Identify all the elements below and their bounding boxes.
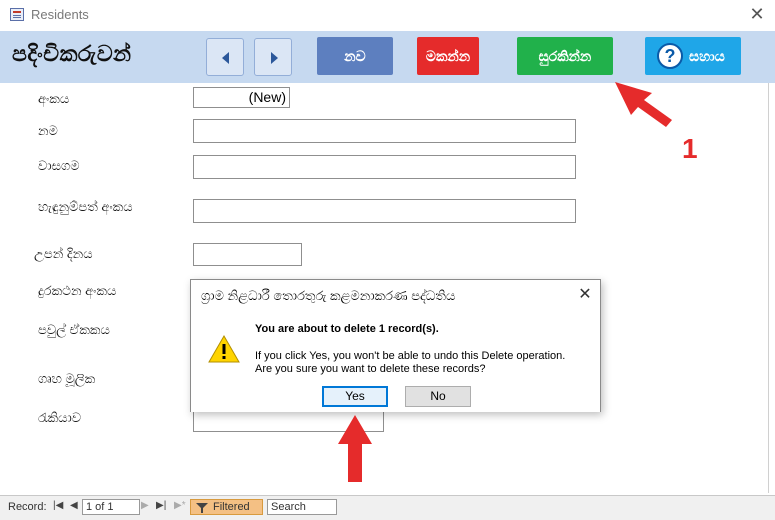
birth-date-field[interactable]: [193, 243, 302, 266]
label-family-unit: පවුල් ඒකකය: [38, 322, 110, 337]
help-button[interactable]: ? සහාය: [645, 37, 741, 75]
label-birth-date: උපන් දිනය: [34, 246, 93, 261]
dialog-message-line2: Are you sure you want to delete these re…: [255, 363, 486, 375]
next-record-icon[interactable]: ▶: [141, 500, 149, 511]
dialog-message-line1: If you click Yes, you won't be able to u…: [255, 350, 566, 362]
filter-toggle-button[interactable]: Filtered: [190, 499, 263, 515]
delete-confirm-dialog: ග්‍රාම නිළධාරී තොරතුරු කළමනාකරණ පද්ධතිය …: [190, 279, 601, 412]
yes-button[interactable]: Yes: [322, 386, 388, 407]
label-number: අංකය: [38, 91, 70, 106]
label-phone: දුරකථන අංකය: [38, 283, 117, 298]
search-input[interactable]: Search: [267, 499, 337, 515]
label-name: නම: [38, 123, 58, 138]
first-record-icon[interactable]: |◀: [53, 500, 63, 511]
residence-field[interactable]: [193, 155, 576, 179]
background-window-edge: [768, 83, 775, 493]
id-number-field[interactable]: [193, 199, 576, 223]
warning-icon: [208, 334, 240, 363]
help-button-label: සහාය: [689, 48, 725, 64]
prev-record-icon[interactable]: ◀: [70, 500, 78, 511]
record-position-field[interactable]: 1 of 1: [82, 499, 140, 515]
dialog-body: You are about to delete 1 record(s). If …: [191, 309, 600, 412]
filter-label: Filtered: [213, 501, 250, 513]
name-field[interactable]: [193, 119, 576, 143]
no-button[interactable]: No: [405, 386, 471, 407]
window-title: Residents: [31, 7, 89, 22]
annotation-step-number: 1: [682, 133, 698, 164]
number-field[interactable]: (New): [193, 87, 290, 108]
new-button[interactable]: නව: [317, 37, 393, 75]
annotation-arrow-up: [615, 82, 672, 127]
label-residence: වාසගම: [38, 158, 80, 173]
record-label: Record:: [8, 501, 47, 513]
dialog-close-button[interactable]: ✕: [574, 284, 596, 306]
arrow-right-icon: [271, 52, 278, 64]
label-household-head: ගෘහ මූලික: [38, 371, 96, 386]
save-button[interactable]: සුරකින්න: [517, 37, 613, 75]
arrow-left-icon: [222, 52, 229, 64]
last-record-icon[interactable]: ▶|: [156, 500, 166, 511]
dialog-heading: You are about to delete 1 record(s).: [255, 323, 439, 335]
form-title: පදිංචිකරුවන්: [12, 41, 132, 66]
form-window-icon: [10, 8, 24, 21]
label-occupation: රැකියාව: [38, 410, 82, 425]
annotation-arrow-yes: [338, 415, 372, 482]
label-id-number: හැඳුනුම්පත් අංකය: [38, 199, 133, 214]
previous-record-button[interactable]: [206, 38, 244, 76]
next-record-button[interactable]: [254, 38, 292, 76]
funnel-icon: [196, 503, 208, 513]
window-close-button[interactable]: ✕: [746, 3, 768, 25]
window-titlebar: [0, 0, 775, 30]
record-navigation-bar: Record: |◀ ◀ 1 of 1 ▶ ▶| ▶* Filtered Sea…: [0, 495, 775, 520]
dialog-title: ග්‍රාම නිළධාරී තොරතුරු කළමනාකරණ පද්ධතිය: [201, 288, 456, 303]
question-icon: ?: [657, 43, 683, 69]
new-record-icon[interactable]: ▶*: [174, 500, 186, 511]
delete-button[interactable]: මකන්න: [417, 37, 479, 75]
